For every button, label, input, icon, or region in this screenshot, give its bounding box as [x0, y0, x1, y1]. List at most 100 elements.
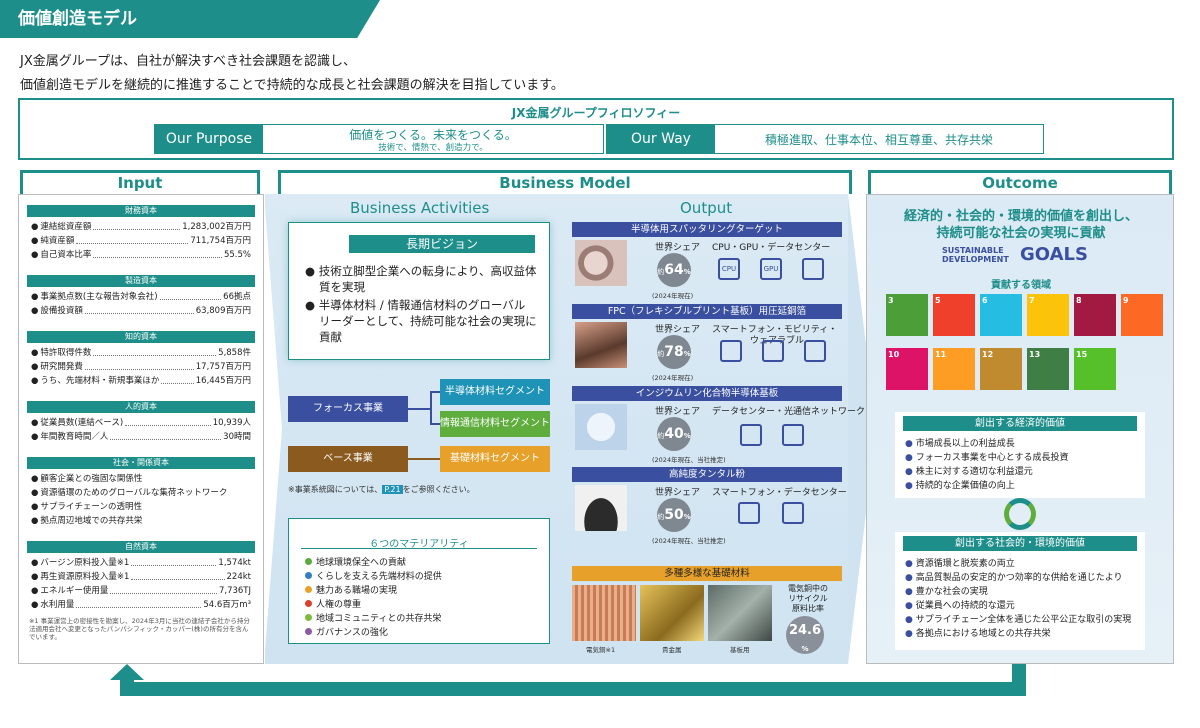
bullet-icon: ●	[905, 467, 916, 477]
leader-dots	[93, 221, 181, 230]
input-row-value: 224kt	[226, 572, 251, 582]
leader-dots	[125, 417, 211, 426]
sdgs-logo-1: SUSTAINABLE	[942, 246, 1004, 255]
precious-label: 貴金属	[662, 646, 682, 654]
recycle-line-2: リサイクル	[788, 594, 828, 603]
bullet-icon: ●	[905, 629, 916, 639]
input-row-value: 10,939人	[212, 418, 251, 428]
input-row: ● 研究開発費 17,757百万円	[31, 361, 251, 373]
input-panel: 財務資本 ● 連結総資産額 1,283,002百万円 ● 純資産額 711,754百万円 ● 自…	[18, 194, 264, 664]
input-row-value: 30時間	[223, 432, 251, 442]
leader-dots	[84, 361, 194, 370]
recycle-line-1: 電気銅中の	[788, 584, 828, 593]
outcome-headline: 経済的・社会的・環境的価値を創出し、 持続可能な社会の実現に貢献	[876, 208, 1166, 242]
input-group-head: 社会・関係資本	[27, 457, 255, 469]
bullet-icon: ●	[31, 236, 39, 246]
outcome-item: ● サプライチェーン全体を通じた公平公正な取引の実現	[905, 612, 1131, 625]
share-label: 世界シェア	[655, 243, 701, 253]
sdg-goal-icon: 13	[1027, 348, 1069, 390]
bullet-icon: ●	[31, 474, 39, 484]
vision-b2c: 貢献	[319, 330, 342, 344]
materiality-label: 人権の尊重	[316, 600, 362, 610]
bullet-icon: ●	[31, 376, 39, 386]
share-value: 64	[664, 262, 684, 278]
sdg-goal-icon: 6	[980, 294, 1022, 336]
share-label: 世界シェア	[655, 407, 701, 417]
outcome-item-text: 高品質製品の安定的かつ効率的な供給を通じたより	[915, 573, 1123, 583]
share-value: 50	[664, 507, 684, 523]
sdg-goal-icon: 11	[933, 348, 975, 390]
input-row-name: エネルギー使用量	[40, 586, 109, 596]
recycle-pct: %	[801, 645, 809, 653]
bullet-icon: ●	[31, 250, 39, 260]
materiality-dot-icon	[305, 628, 312, 635]
smartwatch-icon	[804, 340, 826, 362]
share-date: (2024年現在、当社推定)	[652, 456, 726, 464]
input-row-value: 711,754百万円	[190, 236, 251, 246]
outcome-item-text: 株主に対する適切な利益還元	[915, 467, 1033, 477]
note-b: をご参照ください。	[402, 485, 475, 494]
materiality-dot-icon	[305, 586, 312, 593]
outcome-item-text: 市場成長以上の利益成長	[915, 439, 1015, 449]
smartphone-icon	[738, 502, 760, 524]
feedback-arrow-riser	[1012, 664, 1026, 696]
output-item-head: 半導体用スパッタリングターゲット	[572, 222, 842, 237]
bullet-icon: ●	[31, 586, 39, 596]
input-row-value: 54.6百万m³	[203, 600, 251, 610]
input-group-head: 自然資本	[27, 541, 255, 553]
section-title: 価値創造モデル	[18, 9, 137, 29]
share-date: (2024年現在)	[652, 292, 694, 300]
server-icon	[802, 258, 824, 280]
copper-photo	[572, 585, 636, 641]
output-item-head: 高純度タンタル粉	[572, 467, 842, 482]
bullet-icon: ●	[905, 439, 916, 449]
share-circle: 約50%	[657, 498, 691, 532]
share-pct: %	[683, 513, 691, 521]
share-circle: 約40%	[657, 417, 691, 451]
bullet-icon: ●	[905, 573, 916, 583]
input-row-name: 拠点周辺地域での共存共栄	[40, 516, 143, 526]
bullet-icon: ●	[905, 559, 916, 569]
long-term-vision-box: 長期ビジョン ● 技術立脚型企業への転身により、高収益体 質を実現 ● 半導体材…	[288, 222, 550, 360]
output-title: Output	[680, 199, 733, 217]
outcome-item: ● 豊かな社会の実現	[905, 584, 988, 597]
social-value-head: 創出する社会的・環境的価値	[903, 536, 1137, 551]
input-row: ● 顧客企業との強固な関係性	[31, 473, 251, 485]
share-pct: %	[683, 268, 691, 276]
bullet-icon: ●	[31, 306, 39, 316]
outcome-item: ● 市場成長以上の利益成長	[905, 436, 1015, 449]
materiality-label: 魅力ある職場の実現	[316, 586, 398, 596]
sdgs-logo-text: SUSTAINABLE DEVELOPMENT	[942, 246, 1009, 264]
outcome-item: ● 資源循環と脱炭素の両立	[905, 556, 1015, 569]
telecom-segment: 情報通信材料セグメント	[440, 411, 550, 437]
outcome-item-text: 持続的な企業価値の向上	[915, 481, 1015, 491]
materiality-item: 魅力ある職場の実現	[305, 583, 397, 596]
input-row-value: 17,757百万円	[195, 362, 251, 372]
materiality-box: ６つのマテリアリティ 地球環境保全への貢献 くらしを支える先端材料の提供 魅力ある職…	[288, 518, 550, 644]
leader-dots	[159, 291, 222, 300]
input-row-name: 連結総資産額	[40, 222, 92, 232]
input-row-name: うち、先端材料・新規事業ほか	[40, 376, 160, 386]
input-row: ● サプライチェーンの透明性	[31, 501, 251, 513]
leader-dots	[93, 347, 217, 356]
connector	[430, 391, 432, 425]
leader-dots	[110, 585, 217, 594]
input-footnote: ※1 事業運営上の密接性を勘案し、2024年3月に当社の連結子会社から持分法適用…	[29, 617, 250, 641]
economic-value-head: 創出する経済的価値	[903, 416, 1137, 431]
outcome-item-text: 従業員への持続的な還元	[915, 601, 1015, 611]
bullet-icon: ●	[31, 348, 39, 358]
input-row-name: 事業拠点数(主な報告対象会社)	[40, 292, 158, 302]
materiality-item: 地球環境保全への貢献	[305, 555, 406, 568]
sdg-goal-icon: 9	[1121, 294, 1163, 336]
substrate-label: 基板用	[730, 646, 750, 654]
page-ref-link[interactable]: P.21	[382, 485, 403, 494]
segment-note: ※事業系統図については、 P.21 をご参照ください。	[288, 484, 475, 495]
outcome-headline-2: 持続可能な社会の実現に貢献	[936, 226, 1106, 241]
vision-bullet-1: ● 技術立脚型企業への転身により、高収益体	[305, 264, 537, 278]
leader-dots	[110, 431, 222, 440]
input-row-name: 再生資源原料投入量※1	[40, 572, 130, 582]
input-row-value: 66拠点	[223, 292, 251, 302]
base-business-label: ベース事業	[288, 446, 408, 472]
output-item-head: FPC（フレキシブルプリント基板）用圧延銅箔	[572, 304, 842, 319]
materiality-dot-icon	[305, 614, 312, 621]
